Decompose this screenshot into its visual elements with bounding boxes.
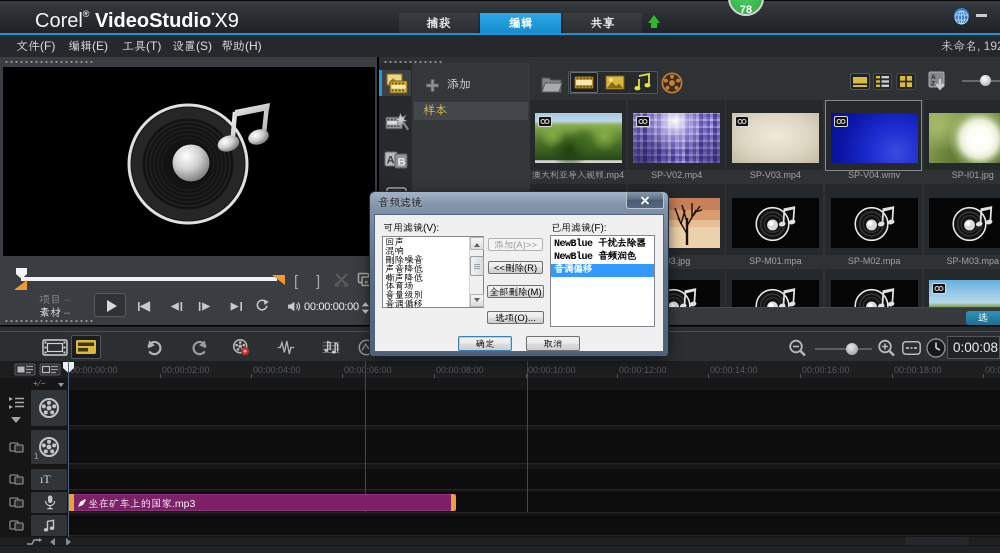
svg-text:A: A xyxy=(387,155,395,167)
svg-text:Z: Z xyxy=(931,81,935,88)
svg-text:B: B xyxy=(398,157,406,169)
